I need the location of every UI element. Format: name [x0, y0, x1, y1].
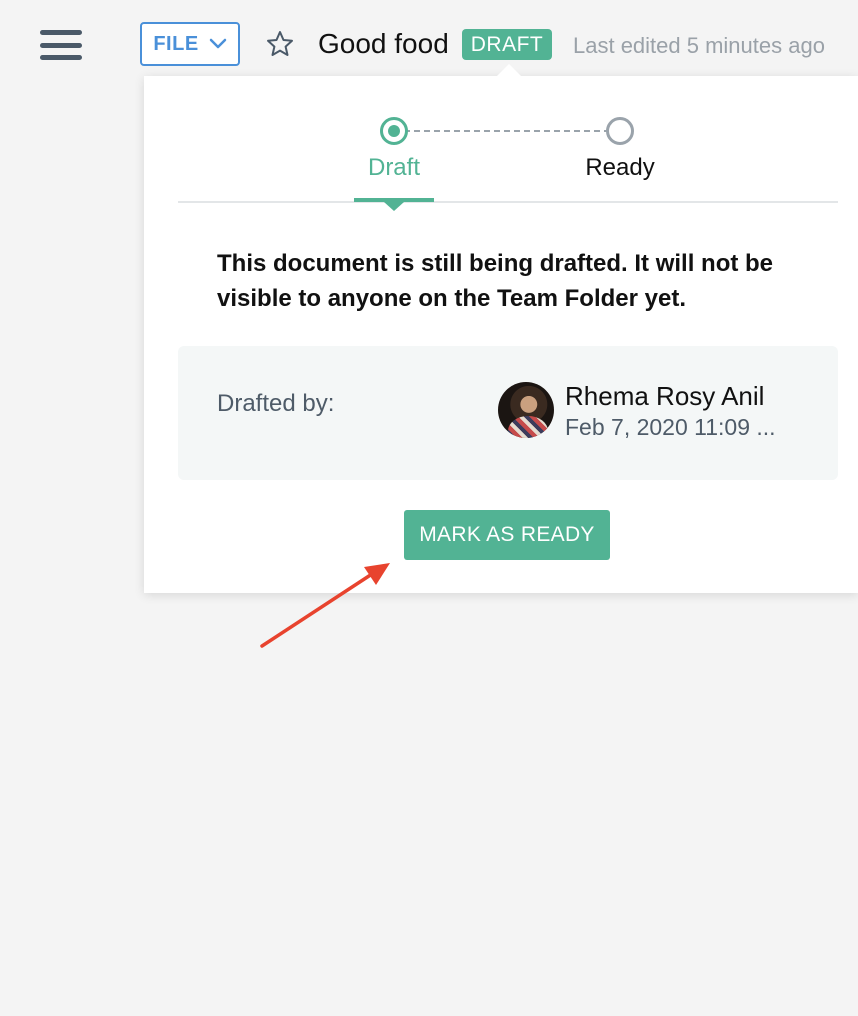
popover-caret	[496, 64, 522, 77]
avatar	[498, 382, 554, 438]
active-tab-caret	[384, 202, 404, 211]
author-date: Feb 7, 2020 11:09 ...	[565, 414, 776, 440]
tab-ready[interactable]: Ready	[570, 152, 670, 184]
document-title[interactable]: Good food	[318, 26, 449, 62]
status-badge[interactable]: DRAFT	[462, 29, 552, 60]
step-ready-indicator	[606, 117, 634, 145]
tab-draft[interactable]: Draft	[354, 152, 434, 184]
annotation-arrow-icon	[260, 563, 390, 648]
tab-divider	[178, 201, 838, 203]
mark-as-ready-button[interactable]: MARK AS READY	[404, 510, 610, 560]
star-outline-icon[interactable]	[266, 30, 294, 58]
status-description: This document is still being drafted. It…	[217, 250, 774, 312]
step-draft-indicator	[380, 117, 408, 145]
stepper-connector	[394, 130, 620, 132]
file-menu-button[interactable]: FILE	[140, 22, 240, 66]
hamburger-menu-icon[interactable]	[40, 30, 82, 60]
file-menu-label: FILE	[153, 32, 199, 55]
chevron-down-icon	[209, 38, 226, 49]
last-edited-text: Last edited 5 minutes ago	[573, 33, 825, 58]
author-name: Rhema Rosy Anil	[565, 381, 765, 411]
drafted-by-label: Drafted by:	[217, 390, 335, 417]
